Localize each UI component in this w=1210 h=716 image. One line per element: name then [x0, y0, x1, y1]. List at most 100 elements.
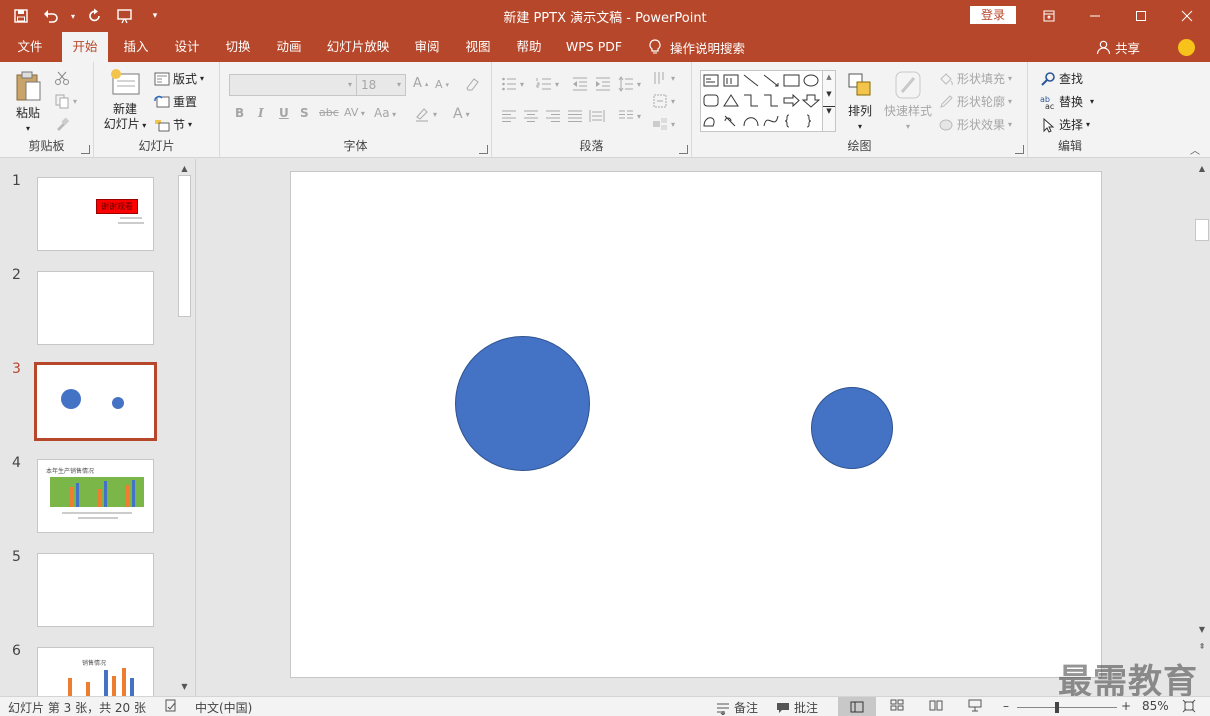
cut-button[interactable] [54, 70, 70, 86]
tab-insert[interactable]: 插入 [114, 32, 158, 62]
scroll-down-icon[interactable]: ▼ [1194, 622, 1210, 636]
bullets-button[interactable]: ▾ [501, 76, 524, 92]
paragraph-launcher-icon[interactable] [679, 145, 688, 154]
text-direction-button[interactable]: ▾ [652, 70, 675, 86]
previous-slide-icon[interactable]: ⇞ [1194, 639, 1210, 653]
share-button[interactable]: 共享 [1096, 32, 1140, 62]
tab-help[interactable]: 帮助 [507, 32, 551, 62]
character-spacing-button[interactable]: AV ▾ [344, 106, 365, 119]
arrange-button[interactable]: 排列 ▾ [840, 70, 880, 134]
line-spacing-button[interactable]: ▾ [618, 76, 641, 92]
find-button[interactable]: 查找 [1040, 70, 1083, 87]
normal-view-button[interactable] [838, 697, 876, 716]
select-button[interactable]: 选择 ▾ [1040, 116, 1090, 133]
align-left-button[interactable] [501, 108, 517, 124]
align-text-button[interactable]: ▾ [652, 93, 675, 109]
thumbnail-scroll-thumb[interactable] [178, 175, 191, 317]
highlight-button[interactable]: ▾ [414, 106, 437, 122]
text-shadow-button[interactable]: S [300, 106, 309, 120]
numbering-button[interactable]: ▾ [536, 76, 559, 92]
editor-scroll-thumb[interactable] [1195, 219, 1209, 241]
zoom-out-button[interactable]: – [1003, 699, 1009, 713]
maximize-button[interactable] [1118, 0, 1164, 32]
slide-thumbnail-3[interactable] [34, 362, 157, 441]
tell-me-search[interactable]: 操作说明搜索 [648, 32, 745, 62]
current-slide[interactable] [290, 171, 1102, 678]
align-right-button[interactable] [545, 108, 561, 124]
format-painter-button[interactable] [54, 116, 70, 132]
circle-shape-large[interactable] [455, 336, 590, 471]
spell-check-button[interactable] [164, 699, 178, 713]
zoom-slider[interactable] [1017, 702, 1117, 713]
grow-font-button[interactable]: A ▴ [413, 76, 428, 91]
quick-styles-button[interactable]: 快速样式 ▾ [882, 70, 934, 134]
shape-outline-button[interactable]: 形状轮廓 ▾ [938, 93, 1012, 110]
login-button[interactable]: 登录 [970, 6, 1016, 24]
new-slide-button[interactable]: 新建 幻灯片 ▾ [100, 68, 150, 133]
section-button[interactable]: 节 ▾ [154, 116, 192, 133]
language-indicator[interactable]: 中文(中国) [195, 699, 252, 716]
bold-button[interactable]: B [235, 106, 244, 120]
feedback-smiley-icon[interactable] [1178, 39, 1195, 56]
shape-effects-button[interactable]: 形状效果 ▾ [938, 116, 1012, 133]
increase-indent-button[interactable] [595, 76, 611, 92]
smartart-button[interactable]: ▾ [652, 116, 675, 132]
font-name-combo[interactable]: ▾ [229, 74, 357, 96]
fit-slide-button[interactable] [1182, 699, 1196, 713]
ribbon-display-options-button[interactable] [1026, 0, 1072, 32]
notes-button[interactable]: 备注 [716, 699, 758, 716]
decrease-indent-button[interactable] [572, 76, 588, 92]
slide-thumbnail-6[interactable]: 销售情况 [37, 647, 154, 696]
thumbnail-scrollbar[interactable]: ▲ ▼ [176, 159, 193, 696]
slide-thumbnail-4[interactable]: 本年生产销售情况 [37, 459, 154, 533]
underline-button[interactable]: U [279, 106, 289, 120]
shapes-gallery[interactable] [700, 70, 836, 132]
collapse-ribbon-icon[interactable]: ︿ [1190, 142, 1200, 157]
strikethrough-button[interactable]: abc [319, 106, 339, 119]
slide-thumbnail-5[interactable] [37, 553, 154, 627]
drawing-launcher-icon[interactable] [1015, 145, 1024, 154]
tab-wps-pdf[interactable]: WPS PDF [560, 32, 628, 62]
tab-home[interactable]: 开始 [62, 32, 108, 62]
slide-sorter-button[interactable] [890, 699, 904, 711]
paste-button[interactable]: 粘贴 ▾ [8, 70, 48, 136]
tab-slideshow[interactable]: 幻灯片放映 [320, 32, 396, 62]
scroll-down-icon[interactable]: ▼ [176, 679, 193, 693]
zoom-slider-thumb[interactable] [1055, 702, 1059, 713]
italic-button[interactable]: I [258, 106, 264, 120]
minimize-button[interactable] [1072, 0, 1118, 32]
change-case-button[interactable]: Aa ▾ [374, 106, 396, 120]
tab-file[interactable]: 文件 [8, 32, 52, 62]
slideshow-view-button[interactable] [968, 699, 982, 712]
editor-scrollbar[interactable]: ▲ ▼ ⇞ [1194, 159, 1210, 696]
shape-fill-button[interactable]: 形状填充 ▾ [938, 70, 1012, 87]
copy-button[interactable]: ▾ [54, 93, 77, 109]
slide-thumbnail-1[interactable]: 谢谢观看 [37, 177, 154, 251]
reading-view-button[interactable] [929, 699, 943, 711]
align-center-button[interactable] [523, 108, 539, 124]
scroll-up-icon[interactable]: ▲ [176, 161, 193, 175]
columns-button[interactable]: ▾ [618, 108, 641, 124]
replace-button[interactable]: ab ac 替换 ▾ [1040, 93, 1094, 110]
close-button[interactable] [1164, 0, 1210, 32]
shapes-gallery-scroll[interactable]: ▲ ▼ ▼ [822, 70, 836, 132]
tab-animations[interactable]: 动画 [267, 32, 311, 62]
layout-button[interactable]: 版式 ▾ [154, 70, 204, 87]
shrink-font-button[interactable]: A ▾ [435, 78, 449, 91]
tab-review[interactable]: 审阅 [406, 32, 448, 62]
justify-button[interactable] [567, 108, 583, 124]
font-launcher-icon[interactable] [479, 145, 488, 154]
circle-shape-small[interactable] [811, 387, 893, 469]
clipboard-launcher-icon[interactable] [81, 145, 90, 154]
clear-formatting-button[interactable] [464, 76, 480, 92]
font-size-combo[interactable]: 18 ▾ [356, 74, 406, 96]
zoom-level[interactable]: 85% [1142, 699, 1169, 713]
distributed-button[interactable] [589, 108, 605, 124]
tab-design[interactable]: 设计 [165, 32, 209, 62]
comments-button[interactable]: 批注 [776, 699, 818, 716]
zoom-in-button[interactable]: + [1121, 699, 1131, 713]
scroll-up-icon[interactable]: ▲ [1194, 161, 1210, 175]
tab-view[interactable]: 视图 [456, 32, 500, 62]
slide-thumbnail-2[interactable] [37, 271, 154, 345]
font-color-button[interactable]: A ▾ [453, 106, 470, 122]
